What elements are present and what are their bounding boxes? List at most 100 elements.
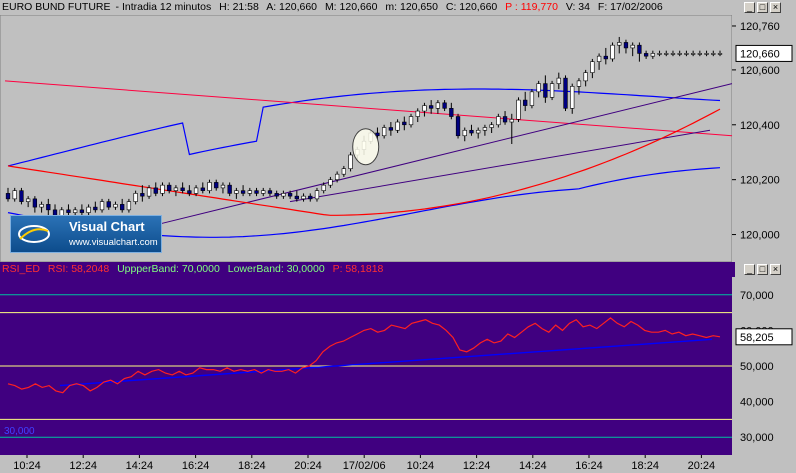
logo-swoosh-icon: [18, 225, 50, 243]
logo-url: www.visualchart.com: [69, 237, 158, 248]
rsi-tick-label: 30,000: [740, 432, 774, 444]
candle-up: [341, 168, 346, 175]
candle-up: [395, 121, 400, 131]
candle-up: [113, 204, 118, 208]
candle-down: [46, 204, 51, 211]
rsi-tick-label: 70,000: [740, 290, 774, 302]
rsi-minimize-button[interactable]: _: [744, 264, 755, 275]
upper-band-value: UppperBand: 70,0000: [117, 263, 220, 275]
period-label: Intradia 12 minutos: [121, 1, 212, 13]
low-value: m: 120,650: [385, 1, 438, 13]
candle-up: [314, 190, 320, 200]
time-tick-label: 12:24: [463, 460, 491, 472]
candle-up: [321, 184, 326, 191]
candle-down: [79, 209, 85, 213]
candle-up: [711, 53, 716, 55]
candle-up: [664, 53, 669, 55]
p-value: P: 58,1818: [332, 263, 384, 275]
candle-down: [19, 190, 24, 202]
candle-up: [261, 190, 266, 194]
time-tick-label: 16:24: [575, 460, 603, 472]
rsi-chart[interactable]: 70,00060,00050,00040,00030,00030,00058,2…: [0, 277, 796, 473]
candle-up: [610, 44, 615, 60]
date-value: F: 17/02/2006: [597, 1, 663, 13]
minimize-button[interactable]: _: [744, 2, 755, 13]
candle-up: [220, 184, 226, 189]
candle-down: [240, 190, 246, 194]
time-tick-label: 18:24: [238, 460, 266, 472]
price-tick-label: 120,600: [740, 65, 780, 77]
candle-up: [146, 187, 152, 197]
candle-up: [12, 190, 17, 200]
candle-up: [99, 201, 105, 211]
price-tick-label: 120,400: [740, 120, 780, 132]
candle-up: [476, 129, 481, 134]
candle-up: [556, 77, 561, 84]
candle-up: [173, 187, 179, 191]
candle-down: [563, 77, 568, 109]
candle-up: [482, 127, 488, 131]
candle-up: [549, 83, 555, 98]
candle-down: [5, 193, 11, 200]
candle-up: [596, 55, 602, 62]
candle-down: [637, 44, 642, 54]
candle-down: [267, 190, 273, 194]
candle-down: [429, 105, 434, 109]
rsi-last-value-label: 58,205: [740, 332, 774, 344]
candle-up: [26, 198, 31, 202]
rsi-name: RSI_ED: [2, 263, 40, 275]
time-tick-label: 18:24: [631, 460, 659, 472]
candle-down: [455, 116, 461, 137]
candle-up: [422, 105, 427, 112]
candle-up: [529, 91, 535, 106]
close-value: C: 120,660: [445, 1, 498, 13]
candle-up: [193, 187, 199, 194]
candle-down: [93, 206, 98, 211]
candle-down: [308, 195, 313, 200]
candle-up: [86, 206, 91, 213]
candle-up: [435, 102, 441, 109]
candle-up: [590, 61, 595, 73]
close-button[interactable]: ×: [770, 2, 781, 13]
maximize-button[interactable]: □: [757, 2, 768, 13]
candle-down: [66, 209, 71, 213]
time-tick-label: 20:24: [688, 460, 716, 472]
candle-down: [469, 129, 474, 134]
time-tick-label: 20:24: [294, 460, 322, 472]
candle-up: [281, 193, 286, 197]
candle-up: [684, 53, 689, 55]
rsi-value: RSI: 58,2048: [47, 263, 110, 275]
candle-up: [697, 53, 702, 55]
hour-value: H: 21:58: [219, 1, 259, 13]
candle-up: [650, 53, 655, 57]
candle-up: [489, 124, 494, 128]
candle-down: [643, 53, 649, 57]
rsi-maximize-button[interactable]: □: [757, 264, 768, 275]
candle-up: [657, 53, 662, 55]
candle-down: [187, 190, 192, 194]
candle-down: [120, 204, 125, 211]
candle-up: [234, 190, 239, 194]
open-value: A: 120,660: [266, 1, 318, 13]
candle-up: [630, 44, 635, 49]
instrument-name: EURO BUND FUTURE: [2, 1, 111, 13]
candle-up: [462, 129, 467, 137]
candle-down: [200, 187, 205, 191]
candle-up: [126, 201, 132, 211]
candle-up: [570, 86, 575, 109]
time-tick-label: 12:24: [69, 460, 97, 472]
candle-down: [294, 195, 299, 200]
candle-down: [402, 121, 407, 126]
candle-up: [415, 110, 420, 117]
candle-up: [536, 83, 541, 93]
rsi-close-button[interactable]: ×: [770, 264, 781, 275]
candle-up: [301, 195, 306, 200]
candle-down: [623, 42, 629, 49]
time-tick-label: 14:24: [519, 460, 547, 472]
last-price-label: 120,660: [740, 48, 780, 60]
candle-up: [160, 184, 165, 194]
candle-up: [617, 42, 622, 46]
price-panel: EURO BUND FUTURE - Intradia 12 minutos H:…: [0, 0, 796, 262]
candle-up: [348, 154, 353, 169]
candle-down: [153, 187, 158, 194]
